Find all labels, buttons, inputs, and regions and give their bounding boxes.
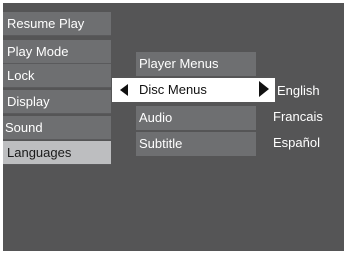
- sub-menu-item-label: Audio: [139, 110, 173, 125]
- main-menu-item-label: Languages: [7, 145, 72, 160]
- sub-menu-item-subtitle[interactable]: Subtitle: [136, 132, 256, 156]
- dvd-setup-screen: Resume Play Play Mode Lock Display Sound…: [3, 3, 344, 251]
- main-menu-item-languages[interactable]: Languages: [3, 141, 111, 165]
- sub-menu-item-audio[interactable]: Audio: [136, 106, 256, 130]
- main-menu-item-play-mode[interactable]: Play Mode: [3, 40, 111, 64]
- sub-menu-item-label: Player Menus: [139, 56, 219, 71]
- option-espanol[interactable]: Español: [273, 131, 320, 155]
- main-menu-item-label: Lock: [7, 68, 35, 83]
- sub-menu-item-disc-menus[interactable]: Disc Menus: [112, 78, 275, 102]
- option-label: English: [277, 83, 320, 98]
- main-menu-item-display[interactable]: Display: [3, 90, 111, 114]
- main-menu-item-label: Resume Play: [7, 16, 85, 31]
- sub-menu-item-player-menus[interactable]: Player Menus: [136, 52, 256, 76]
- option-english[interactable]: English: [277, 79, 320, 103]
- main-menu-item-label: Display: [7, 94, 50, 109]
- triangle-left-icon[interactable]: [120, 84, 128, 96]
- main-menu-item-lock[interactable]: Lock: [3, 64, 111, 88]
- option-label: Español: [273, 135, 320, 150]
- main-menu-item-sound[interactable]: Sound: [3, 116, 111, 140]
- option-label: Francais: [273, 109, 323, 124]
- triangle-right-icon[interactable]: [259, 81, 269, 97]
- main-menu-item-resume-play[interactable]: Resume Play: [3, 12, 111, 36]
- sub-menu-item-label: Subtitle: [139, 136, 183, 151]
- sub-menu-item-label: Disc Menus: [139, 82, 207, 97]
- main-menu-item-label: Play Mode: [7, 44, 69, 59]
- main-menu-item-label: Sound: [5, 120, 43, 135]
- option-francais[interactable]: Francais: [273, 105, 323, 129]
